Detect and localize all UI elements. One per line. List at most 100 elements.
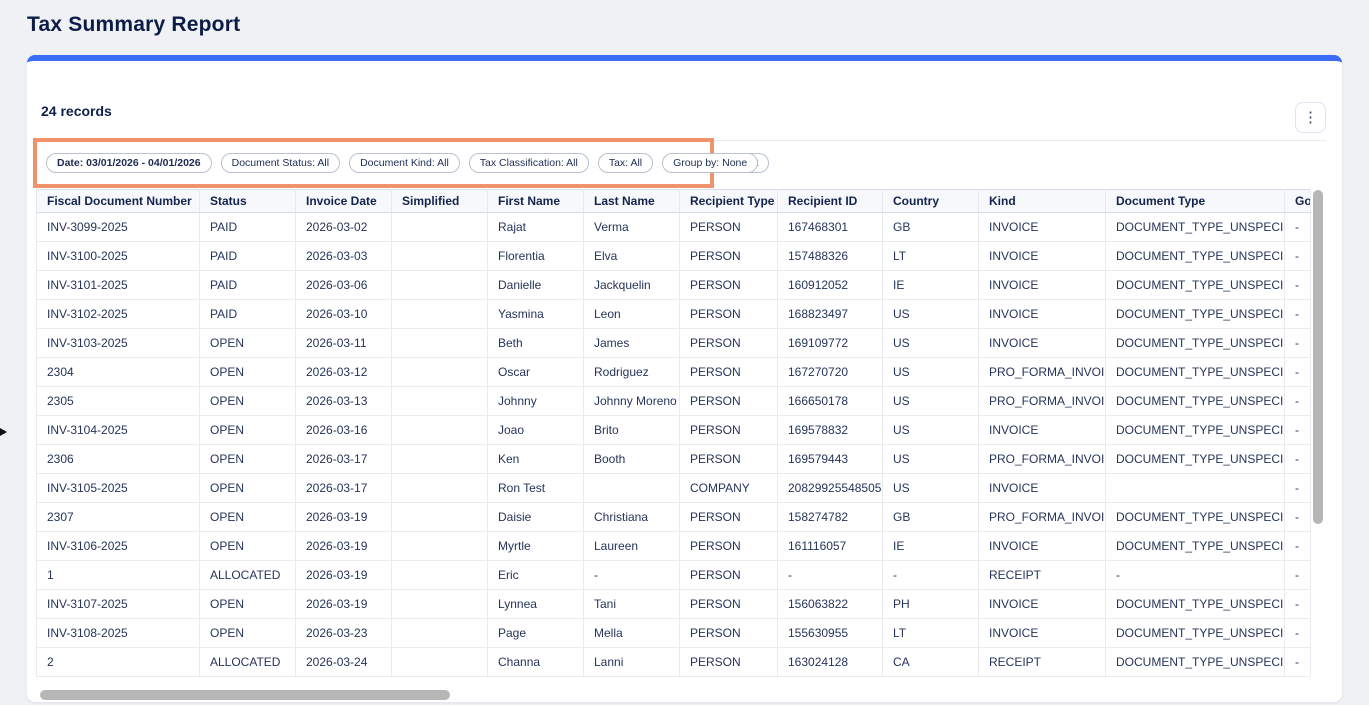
table-cell: DOCUMENT_TYPE_UNSPECIFIED <box>1106 590 1285 619</box>
filter-chip-row: Date: 03/01/2026 - 04/01/2026 Document St… <box>46 153 758 173</box>
table-cell: Laureen <box>584 532 680 561</box>
table-cell <box>392 271 488 300</box>
table-row[interactable]: INV-3108-2025OPEN2026-03-23PageMellaPERS… <box>37 619 1311 648</box>
table-cell: PAID <box>200 300 296 329</box>
table-cell: US <box>883 300 979 329</box>
table-row[interactable]: INV-3102-2025PAID2026-03-10YasminaLeonPE… <box>37 300 1311 329</box>
date-filter-chip[interactable]: Date: 03/01/2026 - 04/01/2026 <box>46 153 212 173</box>
tax-classification-filter-chip[interactable]: Tax Classification: All <box>469 153 589 173</box>
table-cell: PERSON <box>680 619 778 648</box>
column-header: Gov <box>1285 190 1311 213</box>
table-row[interactable]: 2306OPEN2026-03-17KenBoothPERSON16957944… <box>37 445 1311 474</box>
table-cell: 2026-03-24 <box>296 648 392 677</box>
table-cell: INVOICE <box>979 474 1106 503</box>
table-row[interactable]: INV-3103-2025OPEN2026-03-11BethJamesPERS… <box>37 329 1311 358</box>
table-cell: Daisie <box>488 503 584 532</box>
table-cell: ALLOCATED <box>200 648 296 677</box>
table-cell: PERSON <box>680 329 778 358</box>
table-cell: 169578832 <box>778 416 883 445</box>
table-cell <box>392 503 488 532</box>
table-cell <box>392 213 488 242</box>
table-row[interactable]: 1ALLOCATED2026-03-19Eric-PERSON--RECEIPT… <box>37 561 1311 590</box>
table-row[interactable]: 2307OPEN2026-03-19DaisieChristianaPERSON… <box>37 503 1311 532</box>
vertical-scrollbar-thumb[interactable] <box>1313 190 1323 524</box>
table-cell: LT <box>883 619 979 648</box>
table-row[interactable]: INV-3107-2025OPEN2026-03-19LynneaTaniPER… <box>37 590 1311 619</box>
table-row[interactable]: INV-3106-2025OPEN2026-03-19MyrtleLaureen… <box>37 532 1311 561</box>
table-row[interactable]: 2305OPEN2026-03-13JohnnyJohnny MorenoPER… <box>37 387 1311 416</box>
document-kind-filter-chip[interactable]: Document Kind: All <box>349 153 460 173</box>
table-cell: INVOICE <box>979 329 1106 358</box>
table-row[interactable]: INV-3101-2025PAID2026-03-06DanielleJackq… <box>37 271 1311 300</box>
table-cell: 2026-03-19 <box>296 561 392 590</box>
table-cell: 2307 <box>37 503 200 532</box>
table-cell: OPEN <box>200 590 296 619</box>
table-cell: Ken <box>488 445 584 474</box>
table-cell: IE <box>883 271 979 300</box>
table-cell: 2 <box>37 648 200 677</box>
table-cell: Rajat <box>488 213 584 242</box>
table-cell <box>392 358 488 387</box>
table-cell <box>392 532 488 561</box>
table-cell: US <box>883 416 979 445</box>
table-cell: INV-3108-2025 <box>37 619 200 648</box>
table-cell: 157488326 <box>778 242 883 271</box>
table-cell: PERSON <box>680 213 778 242</box>
table-row[interactable]: 2ALLOCATED2026-03-24ChannaLanniPERSON163… <box>37 648 1311 677</box>
table-cell: - <box>883 561 979 590</box>
horizontal-scrollbar-thumb[interactable] <box>40 690 450 700</box>
table-cell: - <box>1285 213 1311 242</box>
tax-filter-chip[interactable]: Tax: All <box>598 153 653 173</box>
table-cell: INVOICE <box>979 416 1106 445</box>
table-cell <box>392 445 488 474</box>
table-cell: OPEN <box>200 387 296 416</box>
table-cell: Page <box>488 619 584 648</box>
table-cell: 2026-03-19 <box>296 590 392 619</box>
table-header-row: Fiscal Document NumberStatusInvoice Date… <box>37 190 1311 213</box>
table-cell: - <box>1285 532 1311 561</box>
table-cell: COMPANY <box>680 474 778 503</box>
table-cell: LT <box>883 242 979 271</box>
more-options-button[interactable]: ⋮ <box>1295 102 1326 133</box>
table-cell: James <box>584 329 680 358</box>
table-cell: Brito <box>584 416 680 445</box>
table-row[interactable]: INV-3100-2025PAID2026-03-03FlorentiaElva… <box>37 242 1311 271</box>
table-cell: Tani <box>584 590 680 619</box>
table-row[interactable]: 2304OPEN2026-03-12OscarRodriguezPERSON16… <box>37 358 1311 387</box>
table-cell: INVOICE <box>979 213 1106 242</box>
table-cell: PAID <box>200 213 296 242</box>
table-cell: INVOICE <box>979 300 1106 329</box>
table-cell: INV-3104-2025 <box>37 416 200 445</box>
table-cell: 2026-03-02 <box>296 213 392 242</box>
table-cell: Ron Test <box>488 474 584 503</box>
column-header: Invoice Date <box>296 190 392 213</box>
table-row[interactable]: INV-3105-2025OPEN2026-03-17Ron TestCOMPA… <box>37 474 1311 503</box>
table-cell <box>392 300 488 329</box>
table-cell: DOCUMENT_TYPE_UNSPECIFIED <box>1106 358 1285 387</box>
group-by-filter-chip[interactable]: Group by: None <box>662 153 758 173</box>
table-cell: 161116057 <box>778 532 883 561</box>
table-cell: - <box>1285 474 1311 503</box>
table-cell: 2304 <box>37 358 200 387</box>
table-cell: INV-3106-2025 <box>37 532 200 561</box>
table-cell: OPEN <box>200 503 296 532</box>
table-cell: - <box>1285 358 1311 387</box>
table-cell: GB <box>883 213 979 242</box>
table-cell: 167468301 <box>778 213 883 242</box>
table-cell: 168823497 <box>778 300 883 329</box>
column-header: Kind <box>979 190 1106 213</box>
column-header: Recipient Type <box>680 190 778 213</box>
document-status-filter-chip[interactable]: Document Status: All <box>221 153 340 173</box>
table-row[interactable]: INV-3104-2025OPEN2026-03-16JoaoBritoPERS… <box>37 416 1311 445</box>
column-header: Fiscal Document Number <box>37 190 200 213</box>
table-cell: PRO_FORMA_INVOICE <box>979 445 1106 474</box>
table-cell: - <box>584 561 680 590</box>
table-cell: Yasmina <box>488 300 584 329</box>
table-cell: DOCUMENT_TYPE_UNSPECIFIED <box>1106 648 1285 677</box>
table-cell: US <box>883 474 979 503</box>
table-cell: CA <box>883 648 979 677</box>
table-cell <box>1106 474 1285 503</box>
table-cell: OPEN <box>200 358 296 387</box>
table-row[interactable]: INV-3099-2025PAID2026-03-02RajatVermaPER… <box>37 213 1311 242</box>
table-cell: OPEN <box>200 474 296 503</box>
